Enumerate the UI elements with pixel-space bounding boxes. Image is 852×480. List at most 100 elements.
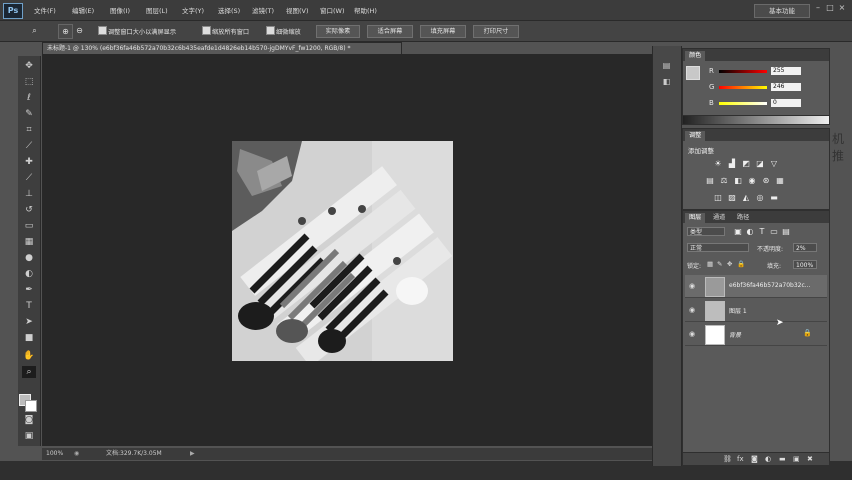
gradient-map-icon[interactable]: ▬ bbox=[769, 193, 779, 202]
lock-all-icon[interactable]: 🔒 bbox=[737, 261, 745, 268]
menu-type[interactable]: 文字(Y) bbox=[182, 5, 204, 15]
black-white-icon[interactable]: ◧ bbox=[733, 176, 743, 185]
minimize-button[interactable]: – bbox=[814, 4, 822, 12]
levels-icon[interactable]: ▟ bbox=[727, 159, 737, 168]
history-brush-tool-icon[interactable]: ↺ bbox=[22, 204, 36, 216]
lasso-tool-icon[interactable]: ℓ bbox=[22, 92, 36, 104]
menu-layer[interactable]: 图层(L) bbox=[146, 5, 168, 15]
posterize-icon[interactable]: ▨ bbox=[727, 193, 737, 202]
quick-mask-icon[interactable]: ◙ bbox=[22, 414, 36, 426]
healing-brush-tool-icon[interactable]: ✚ bbox=[22, 156, 36, 168]
pen-tool-icon[interactable]: ✒ bbox=[22, 284, 36, 296]
status-menu-icon[interactable]: ◉ bbox=[74, 448, 79, 460]
b-slider[interactable] bbox=[719, 102, 767, 105]
r-value[interactable]: 255 bbox=[771, 67, 801, 75]
delete-layer-icon[interactable]: ✖ bbox=[807, 455, 815, 463]
status-arrow-icon[interactable]: ▶ bbox=[190, 448, 195, 460]
properties-panel-icon[interactable]: ◧ bbox=[661, 76, 672, 87]
menu-filter[interactable]: 滤镜(T) bbox=[252, 5, 274, 15]
fill-screen-button[interactable]: 填充屏幕 bbox=[420, 25, 466, 38]
color-lookup-icon[interactable]: ▦ bbox=[775, 176, 785, 185]
brush-tool-icon[interactable]: ⟋ bbox=[22, 172, 36, 184]
selective-color-icon[interactable]: ◎ bbox=[755, 193, 765, 202]
layer-style-icon[interactable]: fx bbox=[737, 455, 745, 463]
filter-adjustment-icon[interactable]: ◐ bbox=[745, 227, 755, 236]
hand-tool-icon[interactable]: ✋ bbox=[22, 350, 36, 362]
move-tool-icon[interactable]: ✥ bbox=[22, 60, 36, 72]
link-layers-icon[interactable]: ⛓ bbox=[723, 455, 732, 463]
layer-row-layer1[interactable]: ◉ 图层 1 bbox=[685, 299, 827, 322]
layer-name[interactable]: e6bf36fa46b572a70b32c... bbox=[729, 282, 811, 289]
gradient-tool-icon[interactable]: ▦ bbox=[22, 236, 36, 248]
actual-pixels-button[interactable]: 实际像素 bbox=[316, 25, 360, 38]
blur-tool-icon[interactable]: ● bbox=[22, 252, 36, 264]
color-fg-swatch[interactable] bbox=[686, 66, 700, 80]
document-image[interactable] bbox=[232, 141, 453, 361]
new-group-icon[interactable]: ▬ bbox=[779, 455, 787, 463]
channel-mixer-icon[interactable]: ⊛ bbox=[761, 176, 771, 185]
zoom-level[interactable]: 100% bbox=[46, 448, 63, 460]
filter-type-icon[interactable]: T bbox=[757, 227, 767, 236]
blend-mode-select[interactable]: 正常 bbox=[687, 243, 749, 252]
scrubby-zoom-checkbox[interactable] bbox=[266, 26, 275, 35]
layer-name[interactable]: 背景 bbox=[729, 330, 741, 339]
new-adjustment-layer-icon[interactable]: ◐ bbox=[765, 455, 773, 463]
background-color-swatch[interactable] bbox=[25, 400, 37, 412]
tab-channels[interactable]: 通道 bbox=[709, 213, 729, 223]
zoom-tool-icon[interactable]: ⌕ bbox=[22, 366, 36, 378]
opacity-input[interactable]: 2% bbox=[793, 243, 817, 252]
tab-layers[interactable]: 图层 bbox=[685, 213, 706, 223]
type-tool-icon[interactable]: T bbox=[22, 300, 36, 312]
layer-kind-filter[interactable]: 类型 bbox=[687, 227, 725, 236]
menu-select[interactable]: 选择(S) bbox=[218, 5, 240, 15]
g-value[interactable]: 246 bbox=[771, 83, 801, 91]
screen-mode-icon[interactable]: ▣ bbox=[22, 430, 36, 442]
invert-icon[interactable]: ◫ bbox=[713, 193, 723, 202]
tab-color[interactable]: 颜色 bbox=[685, 51, 706, 61]
visibility-eye-icon[interactable]: ◉ bbox=[689, 306, 697, 314]
add-mask-icon[interactable]: ◙ bbox=[751, 455, 759, 463]
new-layer-icon[interactable]: ▣ bbox=[793, 455, 801, 463]
zoom-tool-icon[interactable]: ⌕ bbox=[28, 24, 41, 37]
close-button[interactable]: × bbox=[838, 4, 846, 12]
lock-pixels-icon[interactable]: ✎ bbox=[717, 261, 724, 268]
visibility-eye-icon[interactable]: ◉ bbox=[689, 330, 697, 338]
r-slider[interactable] bbox=[719, 70, 767, 73]
crop-tool-icon[interactable]: ⌗ bbox=[22, 124, 36, 136]
menu-edit[interactable]: 编辑(E) bbox=[72, 5, 94, 15]
menu-help[interactable]: 帮助(H) bbox=[354, 5, 377, 15]
photo-filter-icon[interactable]: ◉ bbox=[747, 176, 757, 185]
print-size-button[interactable]: 打印尺寸 bbox=[473, 25, 519, 38]
menu-file[interactable]: 文件(F) bbox=[34, 5, 56, 15]
filter-shape-icon[interactable]: ▭ bbox=[769, 227, 779, 236]
rectangle-tool-icon[interactable]: ■ bbox=[22, 332, 36, 344]
g-slider[interactable] bbox=[719, 86, 767, 89]
zoom-all-checkbox[interactable] bbox=[202, 26, 211, 35]
workspace-switcher[interactable]: 基本功能 bbox=[754, 4, 810, 18]
menu-window[interactable]: 窗口(W) bbox=[320, 5, 345, 15]
color-balance-icon[interactable]: ⚖ bbox=[719, 176, 729, 185]
document-tab[interactable]: 未标题-1 @ 130% (e6bf36fa46b572a70b32c6b435… bbox=[42, 42, 402, 54]
filter-smart-icon[interactable]: ▤ bbox=[781, 227, 791, 236]
layer-name[interactable]: 图层 1 bbox=[729, 306, 747, 315]
history-panel-icon[interactable]: ▤ bbox=[661, 60, 672, 71]
tab-paths[interactable]: 路径 bbox=[733, 213, 753, 223]
resize-windows-checkbox[interactable] bbox=[98, 26, 107, 35]
exposure-icon[interactable]: ◪ bbox=[755, 159, 765, 168]
quick-select-tool-icon[interactable]: ✎ bbox=[22, 108, 36, 120]
zoom-out-icon[interactable]: ⊖ bbox=[73, 24, 86, 37]
dodge-tool-icon[interactable]: ◐ bbox=[22, 268, 36, 280]
hue-saturation-icon[interactable]: ▤ bbox=[705, 176, 715, 185]
path-selection-tool-icon[interactable]: ➤ bbox=[22, 316, 36, 328]
threshold-icon[interactable]: ◭ bbox=[741, 193, 751, 202]
menu-view[interactable]: 视图(V) bbox=[286, 5, 309, 15]
brightness-contrast-icon[interactable]: ☀ bbox=[713, 159, 723, 168]
eyedropper-tool-icon[interactable]: ⟋ bbox=[22, 140, 36, 152]
eraser-tool-icon[interactable]: ▭ bbox=[22, 220, 36, 232]
marquee-tool-icon[interactable]: ⬚ bbox=[22, 76, 36, 88]
color-spectrum-bar[interactable] bbox=[682, 115, 830, 125]
curves-icon[interactable]: ◩ bbox=[741, 159, 751, 168]
tab-adjustments[interactable]: 调整 bbox=[685, 131, 706, 141]
b-value[interactable]: 0 bbox=[771, 99, 801, 107]
lock-transparency-icon[interactable]: ▦ bbox=[707, 261, 714, 268]
